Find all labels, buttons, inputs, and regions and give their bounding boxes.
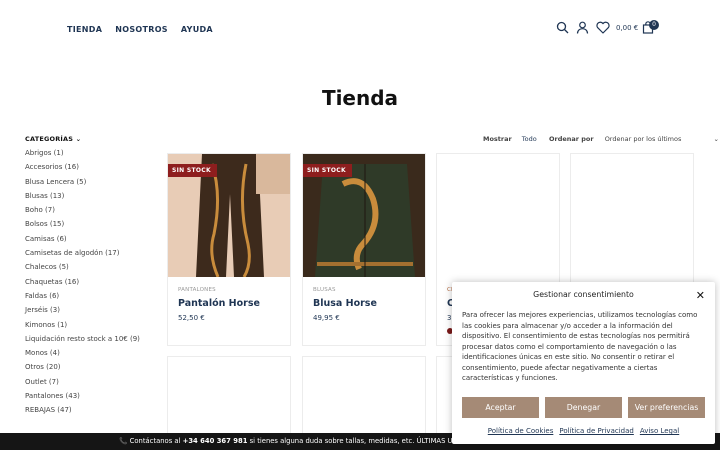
user-icon[interactable] bbox=[576, 21, 589, 34]
show-select[interactable]: Todo bbox=[522, 135, 537, 143]
privacy-policy-link[interactable]: Política de Privacidad bbox=[559, 427, 634, 435]
cart-count-badge: 0 bbox=[649, 20, 659, 30]
sidebar-item-boho[interactable]: Boho (7) bbox=[25, 206, 145, 215]
sidebar-item-camisetas[interactable]: Camisetas de algodón (17) bbox=[25, 249, 145, 258]
main-nav: TIENDA NOSOTROS AYUDA bbox=[67, 25, 213, 34]
sidebar-item-blusas[interactable]: Blusas (13) bbox=[25, 192, 145, 201]
sidebar-item-outlet[interactable]: Outlet (7) bbox=[25, 378, 145, 387]
category-sidebar: CATEGORÍAS ⌄ Abrigos (1) Accesorios (16)… bbox=[25, 135, 145, 421]
sidebar-item-camisas[interactable]: Camisas (6) bbox=[25, 235, 145, 244]
sidebar-item-faldas[interactable]: Faldas (6) bbox=[25, 292, 145, 301]
consent-text: Para ofrecer las mejores experiencias, u… bbox=[462, 311, 698, 382]
sidebar-item-pantalones[interactable]: Pantalones (43) bbox=[25, 392, 145, 401]
nav-nosotros[interactable]: NOSOTROS bbox=[115, 25, 168, 34]
sidebar-title[interactable]: CATEGORÍAS ⌄ bbox=[25, 135, 145, 143]
product-name[interactable]: Blusa Horse bbox=[313, 298, 425, 309]
sidebar-item-jerseis[interactable]: Jerséis (3) bbox=[25, 306, 145, 315]
out-of-stock-badge: SIN STOCK bbox=[168, 164, 217, 177]
cookie-consent-dialog: Gestionar consentimiento ✕ Para ofrecer … bbox=[452, 282, 715, 444]
product-image[interactable]: SIN STOCK bbox=[303, 154, 425, 277]
show-label: Mostrar bbox=[483, 135, 512, 143]
consent-title: Gestionar consentimiento bbox=[533, 290, 634, 299]
product-category[interactable]: PANTALONES bbox=[178, 287, 290, 293]
deny-button[interactable]: Denegar bbox=[545, 397, 622, 418]
accept-button[interactable]: Aceptar bbox=[462, 397, 539, 418]
cookie-policy-link[interactable]: Política de Cookies bbox=[488, 427, 554, 435]
sidebar-item-blusa-lencera[interactable]: Blusa Lencera (5) bbox=[25, 178, 145, 187]
product-price: 49,95 € bbox=[313, 314, 340, 322]
page-title: Tienda bbox=[321, 86, 399, 110]
chevron-down-icon[interactable]: ⌄ bbox=[713, 135, 718, 143]
order-select[interactable]: Ordenar por los últimos bbox=[605, 135, 682, 143]
product-category[interactable]: BLUSAS bbox=[313, 287, 425, 293]
consent-links: Política de Cookies Política de Privacid… bbox=[452, 427, 715, 435]
order-filter: Ordenar por Ordenar por los últimos ⌄ bbox=[549, 135, 719, 143]
product-price: 52,50 € bbox=[178, 314, 205, 322]
product-name[interactable]: Pantalón Horse bbox=[178, 298, 290, 309]
sidebar-item-rebajas[interactable]: REBAJAS (47) bbox=[25, 406, 145, 415]
cart-total[interactable]: 0,00 € bbox=[616, 24, 638, 32]
legal-notice-link[interactable]: Aviso Legal bbox=[640, 427, 679, 435]
show-filter: Mostrar Todo bbox=[483, 135, 537, 143]
sidebar-item-chaquetas[interactable]: Chaquetas (16) bbox=[25, 278, 145, 287]
out-of-stock-badge: SIN STOCK bbox=[303, 164, 352, 177]
sidebar-item-bolsos[interactable]: Bolsos (15) bbox=[25, 220, 145, 229]
sidebar-item-chalecos[interactable]: Chalecos (5) bbox=[25, 263, 145, 272]
product-image[interactable] bbox=[437, 154, 559, 277]
sidebar-item-abrigos[interactable]: Abrigos (1) bbox=[25, 149, 145, 158]
order-label: Ordenar por bbox=[549, 135, 594, 143]
sidebar-item-monos[interactable]: Monos (4) bbox=[25, 349, 145, 358]
contact-phone[interactable]: +34 640 367 981 bbox=[183, 437, 248, 445]
nav-tienda[interactable]: TIENDA bbox=[67, 25, 102, 34]
nav-ayuda[interactable]: AYUDA bbox=[181, 25, 213, 34]
preferences-button[interactable]: Ver preferencias bbox=[628, 397, 705, 418]
sidebar-item-otros[interactable]: Otros (20) bbox=[25, 363, 145, 372]
product-card[interactable]: SIN STOCK PANTALONES Pantalón Horse 52,5… bbox=[167, 153, 291, 346]
header-actions: 0,00 € 0 bbox=[556, 20, 659, 34]
contact-suffix: si tienes alguna duda sobre tallas, medi… bbox=[247, 437, 484, 445]
consent-buttons: Aceptar Denegar Ver preferencias bbox=[462, 397, 705, 418]
site-header: TIENDA NOSOTROS AYUDA 0,00 € 0 bbox=[0, 0, 720, 62]
product-card[interactable]: SIN STOCK BLUSAS Blusa Horse 49,95 € bbox=[302, 153, 426, 346]
sidebar-item-liquidacion[interactable]: Liquidación resto stock a 10€ (9) bbox=[25, 335, 145, 344]
sidebar-item-accesorios[interactable]: Accesorios (16) bbox=[25, 163, 145, 172]
search-icon[interactable] bbox=[556, 21, 569, 34]
sidebar-item-kimonos[interactable]: Kimonos (1) bbox=[25, 321, 145, 330]
chevron-down-icon: ⌄ bbox=[75, 135, 82, 143]
close-icon[interactable]: ✕ bbox=[696, 289, 705, 302]
product-image[interactable]: SIN STOCK bbox=[168, 154, 290, 277]
contact-prefix: 📞 Contáctanos al bbox=[119, 437, 183, 445]
heart-icon[interactable] bbox=[596, 21, 610, 34]
